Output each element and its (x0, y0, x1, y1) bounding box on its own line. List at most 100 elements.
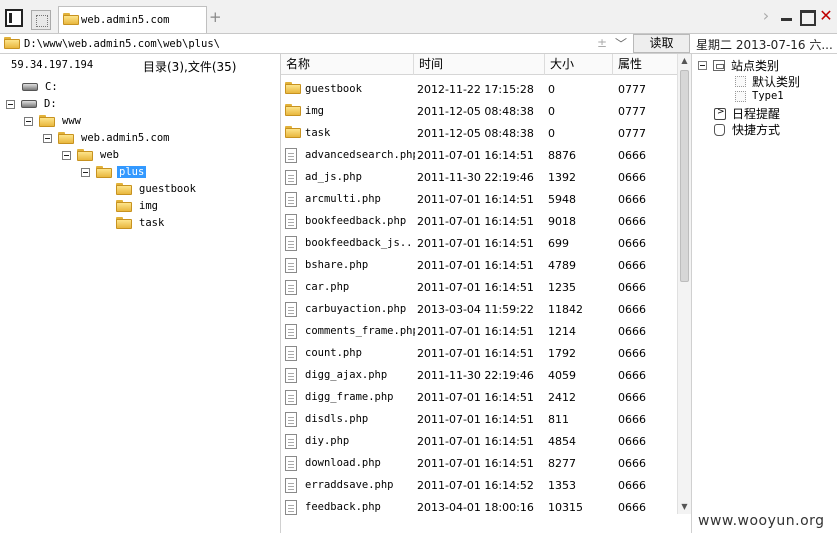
chevron-down-icon[interactable]: ﹀ (615, 35, 627, 52)
tree-item-plus[interactable]: plus (81, 164, 147, 180)
file-row[interactable]: download.php 2011-07-01 16:14:51 8277 0666 (281, 453, 678, 475)
file-name: car.php (305, 281, 350, 293)
scroll-up-arrow[interactable]: ▲ (678, 54, 691, 68)
server-ip: 59.34.197.194 (11, 59, 94, 71)
collapse-icon[interactable] (81, 167, 90, 177)
file-attr: 0666 (618, 193, 646, 206)
file-row[interactable]: carbuyaction.php 2013-03-04 11:59:22 11842… (281, 299, 678, 321)
file-name: ad_js.php (305, 171, 362, 183)
file-row[interactable]: advancedsearch.php 2011-07-01 16:14:51 887… (281, 145, 678, 167)
reminder-item[interactable]: 日程提醒 (714, 105, 780, 122)
scroll-down-arrow[interactable]: ▼ (678, 500, 691, 514)
file-time: 2012-11-22 17:15:28 (417, 83, 534, 96)
file-attr: 0666 (618, 237, 646, 250)
file-row[interactable]: guestbook 2012-11-22 17:15:28 0 0777 (281, 79, 678, 101)
file-icon (285, 148, 297, 163)
file-row[interactable]: count.php 2011-07-01 16:14:51 1792 0666 (281, 343, 678, 365)
file-time: 2011-12-05 08:48:38 (417, 127, 534, 140)
file-attr: 0777 (618, 83, 646, 96)
site-category-item[interactable]: 站点类别 (698, 57, 779, 74)
tree-item-web[interactable]: web (62, 147, 121, 163)
collapse-icon[interactable] (698, 61, 707, 70)
tree-item-label: web.admin5.com (81, 132, 170, 144)
chevron-right-icon[interactable]: › (758, 8, 774, 24)
collapse-icon[interactable] (24, 116, 33, 126)
file-name: advancedsearch.php (305, 149, 415, 161)
file-time: 2011-07-01 16:14:51 (417, 325, 534, 338)
file-rows: guestbook 2012-11-22 17:15:28 0 0777 img 2011… (281, 79, 678, 533)
file-size: 1235 (548, 281, 576, 294)
tree-item-www[interactable]: www (24, 113, 83, 129)
minimize-button[interactable] (778, 8, 794, 24)
file-size: 9018 (548, 215, 576, 228)
type1-item[interactable]: Type1 (735, 90, 784, 102)
close-button[interactable]: ✕ (818, 8, 834, 24)
file-name: diy.php (305, 435, 350, 447)
folder-icon (285, 126, 301, 138)
maximize-button[interactable] (798, 8, 816, 26)
read-button[interactable]: 读取 (633, 34, 690, 53)
file-name: feedback.php (305, 501, 381, 513)
directory-tree-panel: 59.34.197.194 目录(3),文件(35) C: D: www web… (0, 54, 281, 533)
plus-minus-icon[interactable]: ± (597, 36, 607, 50)
file-row[interactable]: erraddsave.php 2011-07-01 16:14:52 1353 066… (281, 475, 678, 497)
file-size: 5948 (548, 193, 576, 206)
file-icon (285, 192, 297, 207)
right-side-panel: 站点类别 默认类别 Type1 日程提醒 快捷方式 (691, 54, 837, 533)
file-row[interactable]: bookfeedback_js... 2011-07-01 16:14:51 699… (281, 233, 678, 255)
tree-item-task[interactable]: task (116, 215, 166, 231)
file-row[interactable]: diy.php 2011-07-01 16:14:51 4854 0666 (281, 431, 678, 453)
add-tab-icon[interactable]: + (209, 8, 222, 26)
shortcut-label: 快捷方式 (732, 123, 781, 137)
file-name: arcmulti.php (305, 193, 381, 205)
file-time: 2013-04-01 18:00:16 (417, 501, 534, 514)
vertical-scrollbar[interactable]: ▲ ▼ (677, 54, 691, 514)
file-row[interactable]: car.php 2011-07-01 16:14:51 1235 0666 (281, 277, 678, 299)
column-header-attr[interactable]: 属性 (613, 54, 678, 75)
tree-item-web-admin5[interactable]: web.admin5.com (43, 130, 172, 146)
file-list-panel: 名称 时间 大小 属性 guestbook 2012-11-22 17:15:28… (281, 54, 691, 533)
file-row[interactable]: img 2011-12-05 08:48:38 0 0777 (281, 101, 678, 123)
collapse-icon[interactable] (43, 133, 52, 143)
tree-item-d[interactable]: D: (6, 96, 59, 112)
tree-item-guestbook[interactable]: guestbook (116, 181, 198, 197)
file-row[interactable]: digg_frame.php 2011-07-01 16:14:51 2412 066… (281, 387, 678, 409)
address-bar: ± ﹀ 读取 星期二 2013-07-16 六... (0, 34, 837, 54)
file-row[interactable]: ad_js.php 2011-11-30 22:19:46 1392 0666 (281, 167, 678, 189)
column-header-time[interactable]: 时间 (414, 54, 545, 75)
file-name: count.php (305, 347, 362, 359)
tab-web-admin5[interactable]: web.admin5.com (58, 6, 207, 33)
file-row[interactable]: arcmulti.php 2011-07-01 16:14:51 5948 0666 (281, 189, 678, 211)
new-window-icon[interactable] (31, 10, 51, 30)
file-name: digg_ajax.php (305, 369, 388, 381)
collapse-icon[interactable] (6, 99, 15, 109)
column-header-name[interactable]: 名称 (281, 54, 414, 75)
file-name: bookfeedback.php (305, 215, 407, 227)
scrollbar-thumb[interactable] (680, 70, 689, 282)
site-category-label: 站点类别 (731, 59, 780, 73)
file-attr: 0777 (618, 127, 646, 140)
tab-label: web.admin5.com (81, 14, 170, 26)
path-input[interactable] (22, 34, 630, 53)
file-icon (285, 236, 297, 251)
file-row[interactable]: feedback.php 2013-04-01 18:00:16 10315 0666 (281, 497, 678, 519)
tree-item-img[interactable]: img (116, 198, 160, 214)
file-size: 4789 (548, 259, 576, 272)
file-row[interactable]: task 2011-12-05 08:48:38 0 0777 (281, 123, 678, 145)
file-size: 811 (548, 413, 569, 426)
file-row[interactable]: comments_frame.php 2011-07-01 16:14:51 121… (281, 321, 678, 343)
file-attr: 0666 (618, 369, 646, 382)
file-attr: 0777 (618, 105, 646, 118)
panel-toggle-icon[interactable] (5, 9, 23, 27)
file-size: 0 (548, 83, 555, 96)
file-row[interactable]: bshare.php 2011-07-01 16:14:51 4789 0666 (281, 255, 678, 277)
collapse-icon[interactable] (62, 150, 71, 160)
file-row[interactable]: digg_ajax.php 2011-11-30 22:19:46 4059 0666 (281, 365, 678, 387)
default-category-item[interactable]: 默认类别 (735, 73, 800, 90)
file-row[interactable]: bookfeedback.php 2011-07-01 16:14:51 9018 0… (281, 211, 678, 233)
column-header-size[interactable]: 大小 (545, 54, 613, 75)
tree-item-c[interactable]: C: (22, 79, 60, 95)
shortcut-item[interactable]: 快捷方式 (714, 121, 780, 138)
default-category-label: 默认类别 (752, 75, 801, 89)
file-row[interactable]: disdls.php 2011-07-01 16:14:51 811 0666 (281, 409, 678, 431)
